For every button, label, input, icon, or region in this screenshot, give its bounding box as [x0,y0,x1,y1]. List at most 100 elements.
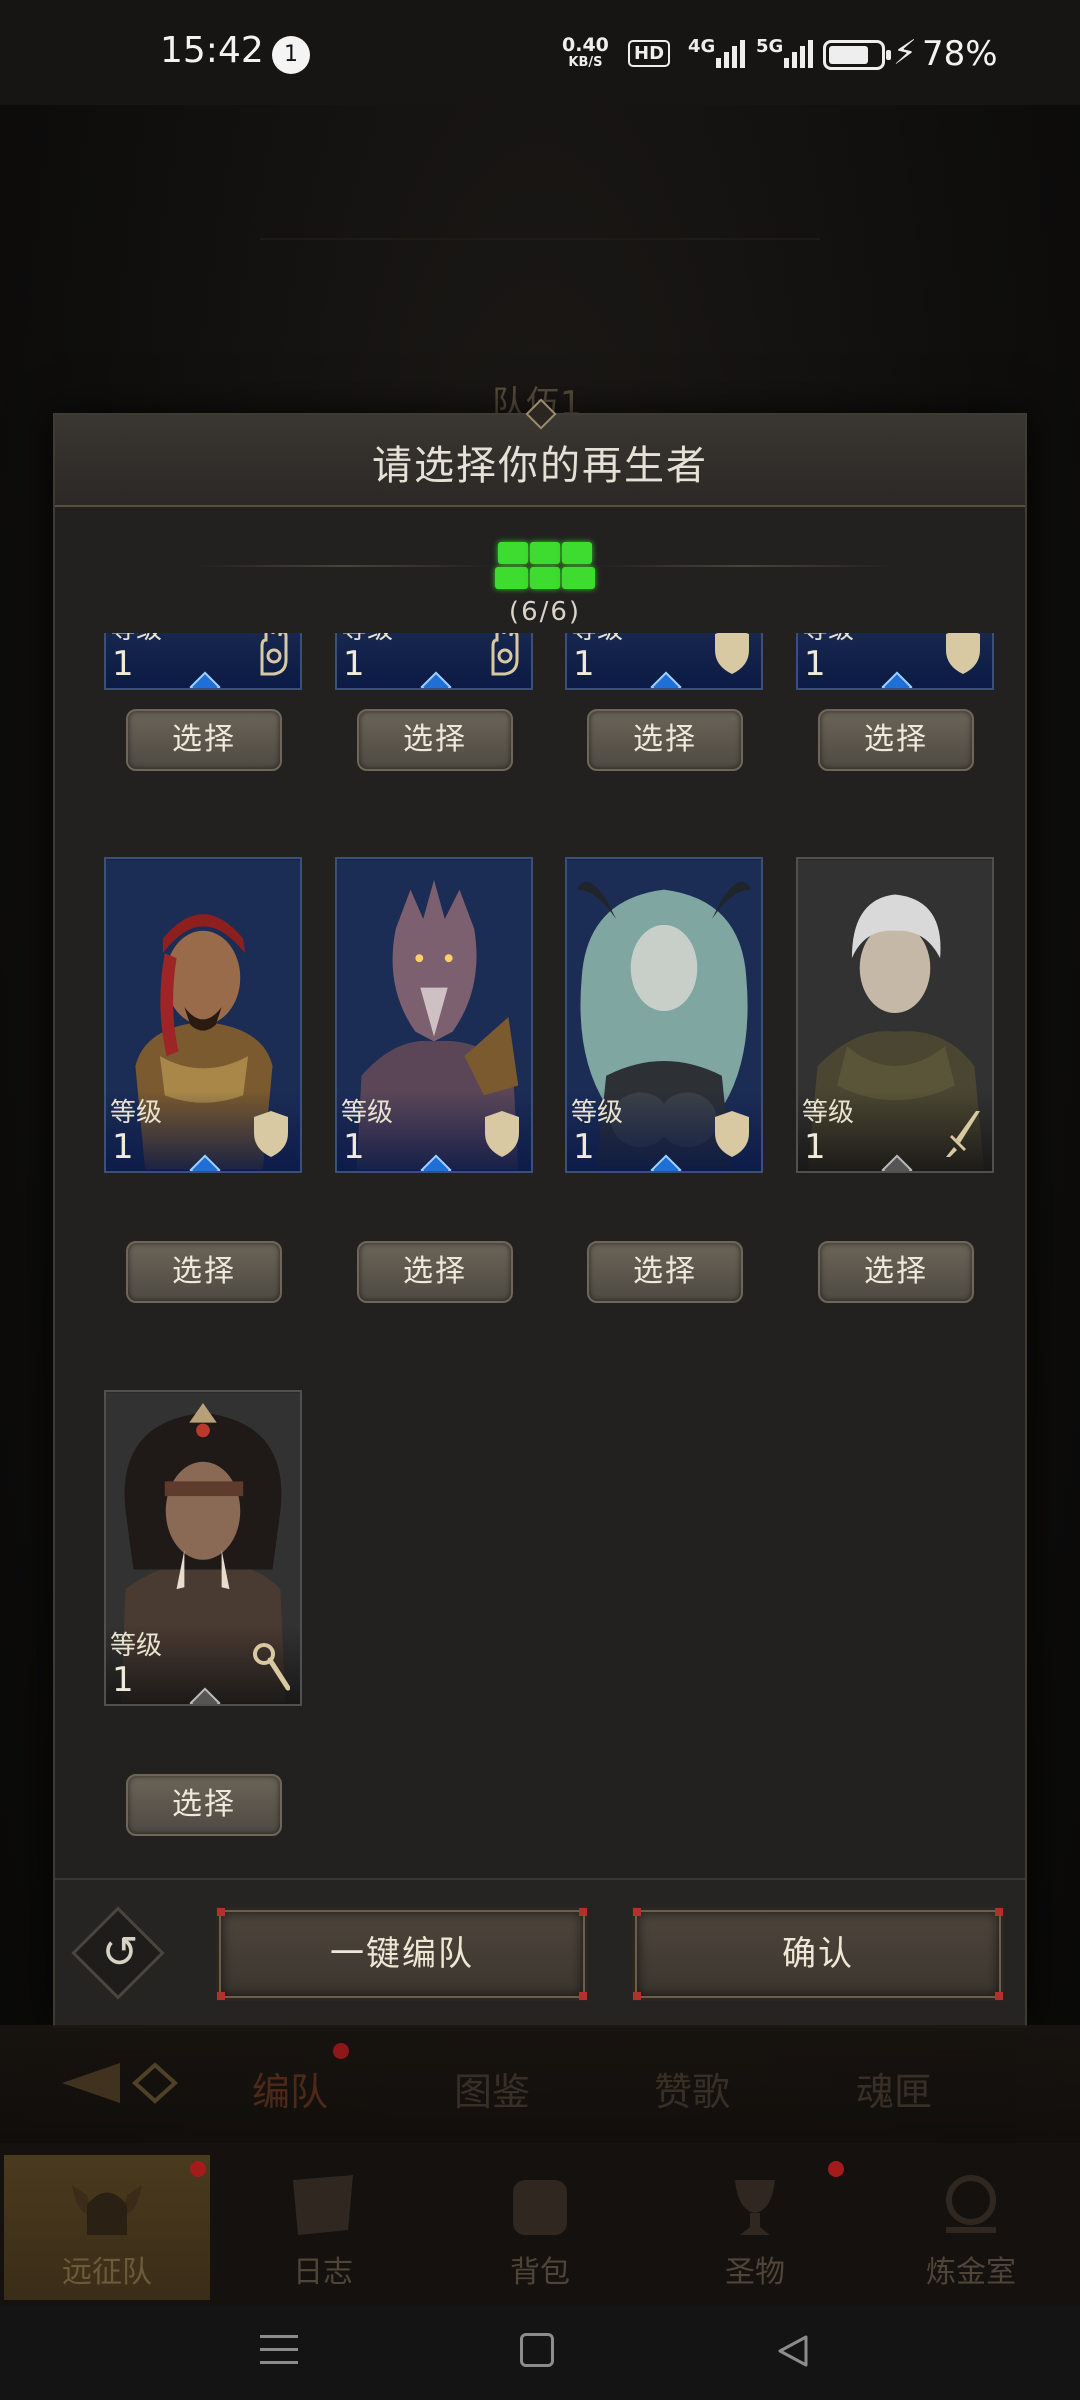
select-button[interactable]: 选择 [818,1241,974,1303]
level-label: 等级 [110,1631,163,1661]
signal-4g-label: 4G [688,36,716,57]
battery-percent: 78% [922,34,998,74]
level-value: 1 [112,644,134,684]
nav-alchemy[interactable]: 炼金室 [868,2155,1074,2300]
network-speed-value: 0.40 [562,34,609,56]
hero-card[interactable]: 等级 1 [796,857,994,1173]
tab-codex[interactable]: 图鉴 [454,2061,530,2116]
nav-journal[interactable]: 日志 [220,2155,426,2300]
select-button[interactable]: 选择 [357,1241,513,1303]
recent-apps-icon[interactable] [260,2335,298,2365]
hero-card[interactable]: 等级 1 [104,1390,302,1706]
auto-team-button[interactable]: 一键编队 [217,1908,587,2000]
network-speed: 0.40 KB/S [562,36,609,72]
tab-soul-box[interactable]: 魂匣 [856,2061,932,2116]
nav-relics-label: 圣物 [725,2255,785,2290]
divider-right [595,565,895,567]
select-button[interactable]: 选择 [126,1241,282,1303]
level-value: 1 [343,1127,365,1167]
level-value: 1 [804,1127,826,1167]
team-count: (6/6) [508,597,582,627]
back-arrow-icon[interactable] [60,2053,190,2113]
select-button[interactable]: 选择 [587,709,743,771]
battery-icon [823,40,891,70]
viking-helmet-icon [72,2185,142,2235]
auto-team-label: 一键编队 [330,1934,474,1974]
network-speed-unit: KB/S [568,55,603,70]
hand-icon [260,633,288,676]
signal-4g-icon [716,38,745,68]
hero-card[interactable]: 等级 1 [796,633,994,690]
level-label: 等级 [110,1098,163,1128]
hd-voice-badge: HD [628,40,671,67]
shield-icon [485,1111,519,1157]
nav-alchemy-label: 炼金室 [926,2255,1016,2290]
select-button[interactable]: 选择 [818,709,974,771]
expedition-alert-dot [190,2161,206,2177]
nav-backpack-label: 背包 [510,2255,570,2290]
app-root: 15:42 1 0.40 KB/S HD 4G 5G ⚡ 78% 队伍1 请选择… [0,0,1080,2400]
hand-icon [491,633,519,676]
chalice-icon [735,2180,775,2235]
select-button[interactable]: 选择 [126,1774,282,1836]
system-nav-bar [0,2305,1080,2400]
battery-fill [829,46,868,64]
staff-icon [253,1643,290,1691]
level-label: 等级 [571,1098,624,1128]
level-value: 1 [804,644,826,684]
shield-icon [254,1111,288,1157]
background-ornament [260,150,820,240]
level-value: 1 [343,644,365,684]
nav-relics[interactable]: 圣物 [652,2155,858,2300]
divider-left [195,565,495,567]
hero-card[interactable]: 等级 1 [335,857,533,1173]
level-label: 等级 [802,1098,855,1128]
select-button[interactable]: 选择 [587,1241,743,1303]
level-value: 1 [573,1127,595,1167]
nav-expedition[interactable]: 远征队 [4,2155,210,2300]
dialog-title: 请选择你的再生者 [372,443,708,489]
select-button[interactable]: 选择 [357,709,513,771]
alchemy-icon [946,2175,996,2233]
shield-icon [715,1111,749,1157]
status-bar: 15:42 1 0.40 KB/S HD 4G 5G ⚡ 78% [0,0,1080,105]
hero-list[interactable]: 等级 1 等级 1 等级 1 等级 1 [55,633,1025,1883]
sword-icon [946,1111,980,1157]
shield-icon [715,633,749,674]
undo-icon: ↺ [101,1927,139,1978]
level-value: 1 [112,1660,134,1700]
hero-card[interactable]: 等级 1 [104,633,302,690]
signal-5g-label: 5G [756,36,784,57]
confirm-button[interactable]: 确认 [633,1908,1003,2000]
notification-badge: 1 [272,36,310,74]
dialog-footer: ↺ 一键编队 确认 [55,1878,1025,2028]
select-hero-dialog: 请选择你的再生者 (6/6) 等级 1 等级 1 [53,398,1027,2028]
formation-subnav: 编队 图鉴 赞歌 魂匣 [0,2025,1080,2143]
nav-backpack[interactable]: 背包 [437,2155,643,2300]
tab-formation[interactable]: 编队 [252,2061,328,2116]
status-time: 15:42 [160,30,264,71]
formation-alert-dot [333,2043,349,2059]
hero-card[interactable]: 等级 1 [565,857,763,1173]
relics-alert-dot [828,2161,844,2177]
main-nav-bar: 远征队 日志 背包 圣物 炼金室 [0,2143,1080,2305]
select-button[interactable]: 选择 [126,709,282,771]
confirm-label: 确认 [782,1934,854,1974]
level-label: 等级 [341,1098,394,1128]
tab-hymn[interactable]: 赞歌 [654,2061,730,2116]
home-icon[interactable] [520,2333,554,2367]
nav-journal-label: 日志 [293,2255,353,2290]
team-slots-icon [492,540,598,592]
level-value: 1 [573,644,595,684]
hero-card[interactable]: 等级 1 [104,857,302,1173]
level-value: 1 [112,1127,134,1167]
hero-card[interactable]: 等级 1 [565,633,763,690]
shield-icon [946,633,980,674]
hero-card[interactable]: 等级 1 [335,633,533,690]
nav-expedition-label: 远征队 [62,2255,152,2290]
charging-icon: ⚡ [893,33,917,73]
dialog-header: 请选择你的再生者 [55,398,1025,507]
scroll-icon [293,2175,353,2235]
backpack-icon [513,2180,567,2235]
back-icon[interactable] [776,2333,812,2369]
